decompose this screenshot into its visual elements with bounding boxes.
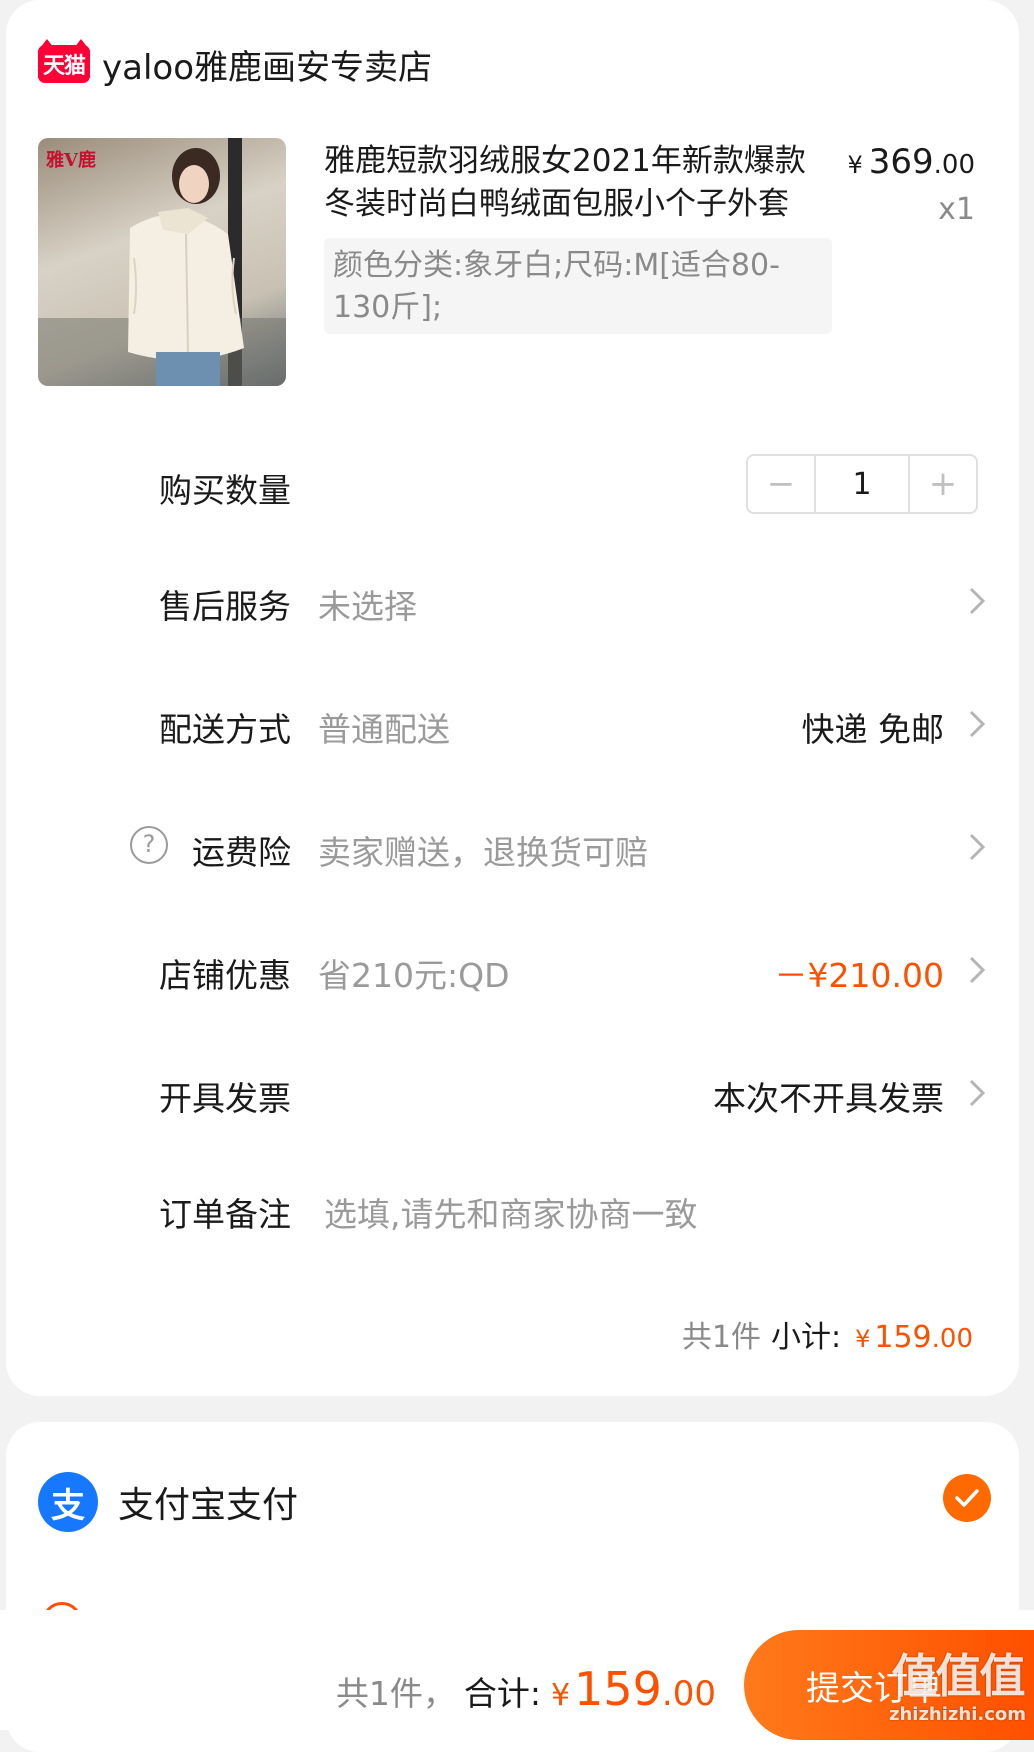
price-currency: ¥ xyxy=(847,151,863,179)
remark-label: 订单备注 xyxy=(159,1195,291,1234)
delivery-row[interactable]: 配送方式 普通配送 快递 免邮 xyxy=(6,695,1019,755)
tmall-logo: 天猫 xyxy=(38,39,90,83)
product-photo-illustration xyxy=(38,138,286,386)
shipping-insurance-label: 运费险 xyxy=(192,833,291,872)
checkmark-icon[interactable] xyxy=(943,1474,991,1522)
subtotal-label: 小计: xyxy=(770,1320,842,1355)
product-image[interactable]: 雅V鹿 xyxy=(38,138,286,386)
invoice-label: 开具发票 xyxy=(159,1079,291,1118)
subtotal-count: 共1件 xyxy=(681,1320,761,1355)
aftersale-value: 未选择 xyxy=(318,587,417,626)
store-discount-amount: －¥210.00 xyxy=(774,956,944,995)
quantity-stepper[interactable]: − 1 + xyxy=(746,454,978,514)
chevron-right-icon xyxy=(969,833,986,861)
store-discount-label: 店铺优惠 xyxy=(159,956,291,995)
store-header[interactable]: 天猫 yaloo雅鹿画安专卖店 xyxy=(38,39,432,89)
total-count: 共1件， xyxy=(335,1674,456,1713)
shipping-insurance-row[interactable]: ? 运费险 卖家赠送，退换货可赔 xyxy=(6,818,1019,878)
watermark: 值值值 zhizhizhi.com xyxy=(889,1640,1026,1725)
increment-button[interactable]: + xyxy=(910,456,976,512)
aftersale-label: 售后服务 xyxy=(159,587,291,626)
store-name[interactable]: yaloo雅鹿画安专卖店 xyxy=(102,40,432,89)
subtotal-amount: ¥159.00 xyxy=(855,1320,973,1355)
remark-row: 订单备注 选填,请先和商家协商一致 xyxy=(6,1180,1019,1240)
total-label: 合计: xyxy=(463,1674,542,1713)
aftersale-row[interactable]: 售后服务 未选择 xyxy=(6,572,1019,632)
quantity-value[interactable]: 1 xyxy=(814,456,910,512)
subtotal: 共1件 小计: ¥159.00 xyxy=(682,1312,973,1356)
quantity-label: 购买数量 xyxy=(159,471,291,510)
total-amount: ¥159.00 xyxy=(551,1662,716,1716)
watermark-site: zhizhizhi.com xyxy=(888,1704,1026,1725)
delivery-label: 配送方式 xyxy=(159,710,291,749)
price-integer: 369 xyxy=(868,142,934,182)
price-decimal: .00 xyxy=(933,150,975,180)
chevron-right-icon xyxy=(969,710,986,738)
product-sku[interactable]: 颜色分类:象牙白;尺码:M[适合80-130斤]; xyxy=(324,238,832,334)
chevron-right-icon xyxy=(969,587,986,615)
product-title[interactable]: 雅鹿短款羽绒服女2021年新款爆款冬装时尚白鸭绒面包服小个子外套 xyxy=(324,140,836,226)
invoice-value: 本次不开具发票 xyxy=(713,1079,944,1118)
bottom-bar: 共1件， 合计: ¥159.00 提交订单 xyxy=(0,1610,1034,1740)
invoice-row[interactable]: 开具发票 本次不开具发票 xyxy=(6,1064,1019,1124)
remark-input[interactable]: 选填,请先和商家协商一致 xyxy=(324,1188,698,1236)
chevron-right-icon xyxy=(969,956,986,984)
delivery-value: 普通配送 xyxy=(318,710,450,749)
order-card: 天猫 yaloo雅鹿画安专卖店 雅V鹿 雅鹿短款羽绒服女2021年新款爆款冬装时… xyxy=(6,0,1019,1396)
store-discount-row[interactable]: 店铺优惠 省210元:QD －¥210.00 xyxy=(6,941,1019,1001)
order-total: 共1件， 合计: ¥159.00 xyxy=(336,1662,716,1716)
chevron-right-icon xyxy=(969,1079,986,1107)
decrement-button[interactable]: − xyxy=(748,456,814,512)
product-price: ¥369.00 xyxy=(847,142,975,182)
product-image-brand: 雅V鹿 xyxy=(46,150,96,171)
alipay-icon: 支 xyxy=(38,1472,98,1532)
help-icon[interactable]: ? xyxy=(130,826,168,864)
watermark-logo: 值值值 xyxy=(891,1649,1025,1703)
payment-method-label[interactable]: 支付宝支付 xyxy=(118,1476,298,1528)
shipping-insurance-value: 卖家赠送，退换货可赔 xyxy=(318,833,648,872)
delivery-fee: 快递 免邮 xyxy=(801,710,945,749)
store-discount-value: 省210元:QD xyxy=(318,956,510,995)
product-quantity: x1 xyxy=(938,192,975,227)
